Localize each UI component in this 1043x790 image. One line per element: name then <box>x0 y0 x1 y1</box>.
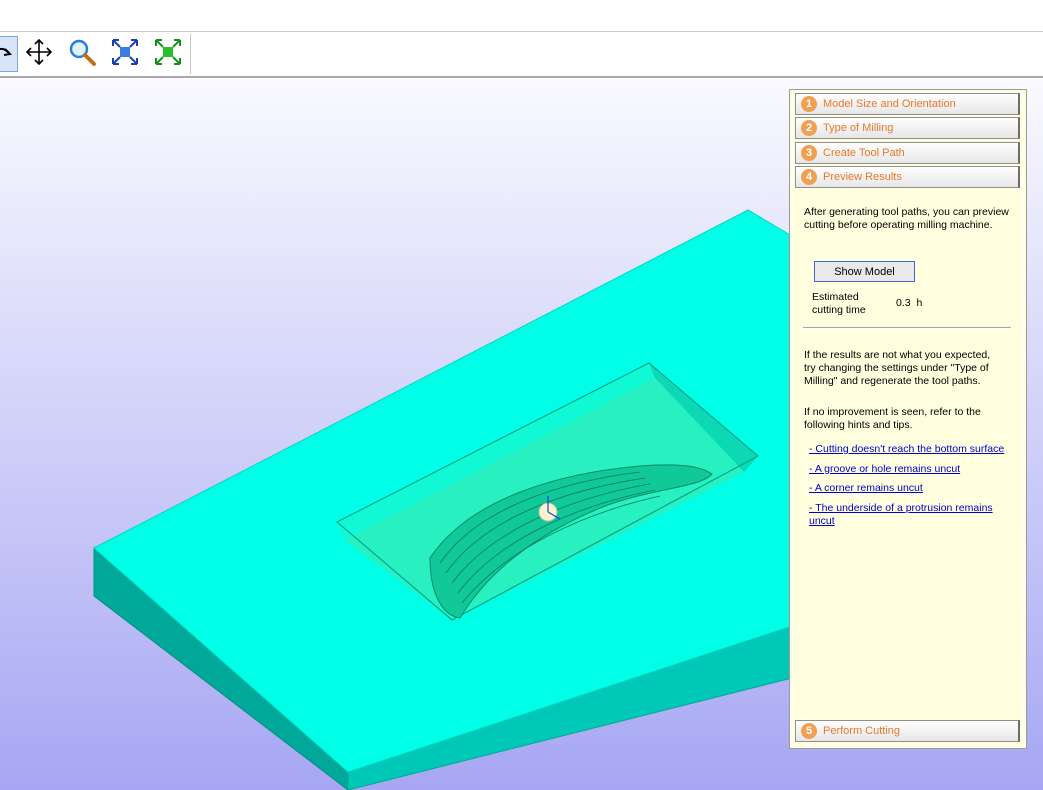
step-label: Create Tool Path <box>823 147 905 159</box>
fit-all-icon <box>110 37 140 72</box>
toolbar-separator <box>190 34 191 74</box>
step-number-badge: 1 <box>801 96 817 112</box>
rotate-button[interactable] <box>0 36 18 72</box>
step-model-size[interactable]: 1 Model Size and Orientation <box>795 93 1020 115</box>
step-create-tool-path[interactable]: 3 Create Tool Path <box>795 142 1020 164</box>
panel-divider <box>803 327 1011 328</box>
hint-text-2: If no improvement is seen, refer to the … <box>804 406 981 431</box>
hint-text-1: If the results are not what you expected… <box>804 349 991 387</box>
zoom-button[interactable] <box>64 36 100 72</box>
step-number-badge: 4 <box>801 169 817 185</box>
zoom-icon <box>67 37 97 72</box>
estimated-time-unit: h <box>916 297 923 309</box>
view-toolbar <box>0 32 1043 78</box>
step-number-badge: 5 <box>801 723 817 739</box>
intro-text: After generating tool paths, you can pre… <box>804 206 1009 231</box>
link-groove-hole[interactable]: - A groove or hole remains uncut <box>809 463 1014 476</box>
step-label: Type of Milling <box>823 122 894 134</box>
show-model-button[interactable]: Show Model <box>814 261 915 282</box>
link-protrusion[interactable]: - The underside of a protrusion remains … <box>809 502 1004 528</box>
link-bottom-surface[interactable]: - Cutting doesn't reach the bottom surfa… <box>809 443 1014 456</box>
pan-button[interactable] <box>21 36 57 72</box>
step-number-badge: 3 <box>801 145 817 161</box>
milling-wizard-panel: 1 Model Size and Orientation 2 Type of M… <box>789 89 1027 749</box>
step-perform-cutting[interactable]: 5 Perform Cutting <box>795 720 1020 742</box>
fit-model-icon <box>153 37 183 72</box>
step-label: Model Size and Orientation <box>823 98 956 110</box>
fit-all-button[interactable] <box>107 36 143 72</box>
step-number-badge: 2 <box>801 120 817 136</box>
pan-icon <box>24 37 54 72</box>
fit-model-button[interactable] <box>150 36 186 72</box>
estimated-time-number: 0.3 <box>896 297 911 309</box>
estimated-time-label: Estimated cutting time <box>812 291 866 316</box>
step-preview-results[interactable]: 4 Preview Results <box>795 166 1020 188</box>
step-label: Preview Results <box>823 171 902 183</box>
link-corner[interactable]: - A corner remains uncut <box>809 482 1014 495</box>
title-area <box>0 0 1043 32</box>
step-label: Perform Cutting <box>823 725 901 737</box>
step-type-of-milling[interactable]: 2 Type of Milling <box>795 117 1020 139</box>
rotate-icon <box>0 37 15 72</box>
estimated-time-value: 0.3 h <box>896 297 956 310</box>
